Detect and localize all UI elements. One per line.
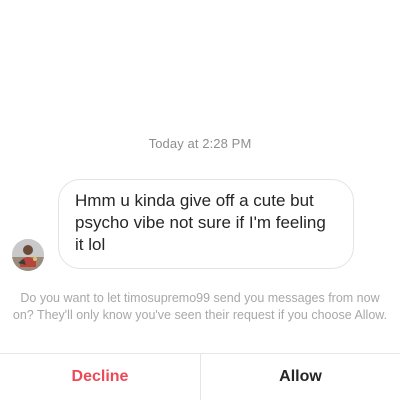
message-row: Hmm u kinda give off a cute but psycho v… — [12, 179, 372, 271]
decline-button[interactable]: Decline — [0, 354, 200, 400]
message-bubble[interactable]: Hmm u kinda give off a cute but psycho v… — [58, 179, 354, 269]
message-request-prompt: Do you want to let timosupremo99 send yo… — [12, 291, 388, 322]
avatar[interactable] — [12, 239, 44, 271]
allow-button[interactable]: Allow — [201, 354, 400, 400]
avatar-photo-icon — [12, 239, 44, 271]
message-request-screen: Today at 2:28 PM Hmm u kinda give off a … — [0, 0, 400, 400]
message-timestamp: Today at 2:28 PM — [148, 136, 252, 151]
